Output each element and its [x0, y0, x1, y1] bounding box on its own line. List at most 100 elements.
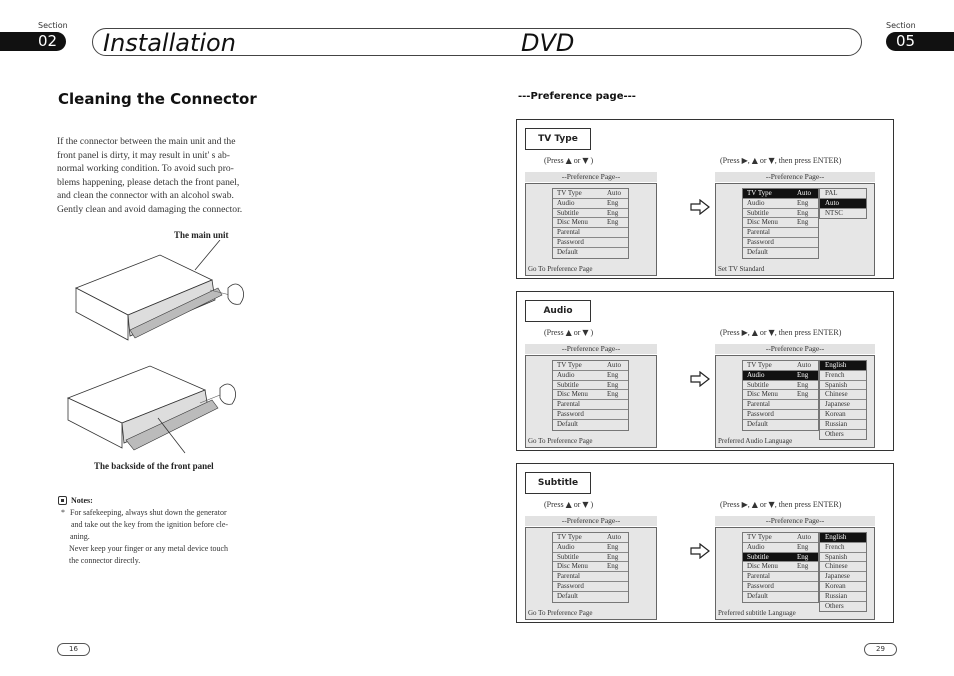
- hint-text: (Press: [720, 500, 740, 509]
- menu-item-parental[interactable]: Parental: [553, 228, 628, 238]
- osd-submenu: English French Spanish Chinese Japanese Korea…: [819, 532, 867, 613]
- menu-item-label: TV Type: [557, 189, 582, 197]
- menu-item-default[interactable]: Default: [743, 592, 818, 602]
- hint-right: (Press ▶, ▲ or ▼, then press ENTER): [720, 156, 841, 165]
- menu-item-value: Eng: [797, 198, 809, 207]
- menu-item-tv-type[interactable]: TV Type Auto: [553, 533, 628, 543]
- menu-item-password[interactable]: Password: [553, 238, 628, 248]
- menu-item-value: Eng: [607, 370, 619, 379]
- menu-item-label: Disc Menu: [747, 390, 778, 399]
- osd-screen-before: TV Type Auto Audio Eng Subtitle Eng Disc Menu E…: [525, 355, 657, 448]
- submenu-option[interactable]: PAL: [820, 189, 866, 199]
- menu-item-tv-type[interactable]: TV Type Auto: [553, 189, 628, 199]
- submenu-option[interactable]: Others: [820, 602, 866, 612]
- menu-item-subtitle[interactable]: Subtitle Eng: [743, 552, 818, 563]
- menu-item-tv-type[interactable]: TV Type Auto: [743, 361, 818, 371]
- menu-item-parental[interactable]: Parental: [743, 400, 818, 410]
- menu-item-subtitle[interactable]: Subtitle Eng: [553, 381, 628, 391]
- submenu-option[interactable]: English: [820, 361, 866, 371]
- submenu-option[interactable]: English: [820, 533, 866, 543]
- submenu-option[interactable]: NTSC: [820, 209, 866, 219]
- submenu-option[interactable]: French: [820, 543, 866, 553]
- menu-item-disc-menu[interactable]: Disc Menu Eng: [553, 562, 628, 573]
- menu-item-audio[interactable]: Audio Eng: [553, 371, 628, 381]
- menu-item-disc-menu[interactable]: Disc Menu Eng: [743, 218, 818, 229]
- hint-text: or: [759, 156, 767, 165]
- submenu-option[interactable]: Auto: [820, 198, 866, 209]
- menu-item-parental[interactable]: Parental: [743, 572, 818, 582]
- submenu-option[interactable]: Russian: [820, 592, 866, 602]
- section-tag: TV Type: [525, 128, 591, 150]
- submenu-option[interactable]: Chinese: [820, 390, 866, 401]
- up-arrow-icon: ▲: [565, 500, 572, 509]
- paragraph-line: front panel is dirty, it may result in u…: [57, 149, 230, 161]
- menu-item-parental[interactable]: Parental: [743, 228, 818, 238]
- submenu-option[interactable]: French: [820, 371, 866, 381]
- menu-item-label: Default: [747, 247, 768, 256]
- menu-item-default[interactable]: Default: [553, 248, 628, 258]
- submenu-option[interactable]: Korean: [820, 582, 866, 592]
- menu-item-parental[interactable]: Parental: [553, 572, 628, 582]
- menu-item-disc-menu[interactable]: Disc Menu Eng: [743, 562, 818, 573]
- menu-item-default[interactable]: Default: [553, 420, 628, 430]
- menu-item-default[interactable]: Default: [553, 592, 628, 602]
- submenu-option[interactable]: Others: [820, 430, 866, 440]
- menu-item-value: Eng: [607, 542, 619, 551]
- menu-item-disc-menu[interactable]: Disc Menu Eng: [553, 390, 628, 401]
- down-arrow-icon: ▼: [582, 500, 589, 509]
- osd-submenu: PAL Auto NTSC: [819, 188, 867, 220]
- menu-item-disc-menu[interactable]: Disc Menu Eng: [553, 218, 628, 229]
- menu-item-parental[interactable]: Parental: [553, 400, 628, 410]
- submenu-option[interactable]: Spanish: [820, 553, 866, 563]
- submenu-option[interactable]: Korean: [820, 410, 866, 420]
- osd-menu: TV Type Auto Audio Eng Subtitle Eng Disc Menu E…: [742, 188, 819, 259]
- osd-screen-after: TV Type Auto Audio Eng Subtitle Eng Disc Menu E…: [715, 527, 875, 620]
- menu-item-disc-menu[interactable]: Disc Menu Eng: [743, 390, 818, 401]
- note-line: and take out the key from the ignition b…: [71, 520, 229, 529]
- menu-item-label: Password: [747, 237, 774, 246]
- menu-item-password[interactable]: Password: [553, 582, 628, 592]
- menu-item-subtitle[interactable]: Subtitle Eng: [553, 209, 628, 219]
- osd-status: Preferred Audio Language: [718, 437, 793, 445]
- hint-text: ): [590, 328, 594, 337]
- up-arrow-icon: ▲: [565, 328, 572, 337]
- menu-item-label: Disc Menu: [747, 562, 778, 571]
- hint-text: ,: [747, 500, 750, 509]
- menu-item-password[interactable]: Password: [743, 238, 818, 248]
- submenu-option[interactable]: Chinese: [820, 562, 866, 573]
- menu-item-label: TV Type: [747, 361, 772, 369]
- osd-status: Go To Preference Page: [528, 265, 593, 273]
- note-icon: [58, 496, 67, 505]
- menu-item-audio[interactable]: Audio Eng: [743, 199, 818, 209]
- preference-heading: ---Preference page---: [518, 91, 636, 102]
- menu-item-tv-type[interactable]: TV Type Auto: [743, 533, 818, 543]
- menu-item-subtitle[interactable]: Subtitle Eng: [743, 209, 818, 219]
- menu-item-default[interactable]: Default: [743, 420, 818, 430]
- menu-item-tv-type[interactable]: TV Type Auto: [743, 189, 818, 199]
- menu-item-label: Password: [557, 237, 584, 246]
- submenu-option[interactable]: Russian: [820, 420, 866, 430]
- menu-item-tv-type[interactable]: TV Type Auto: [553, 361, 628, 371]
- submenu-option[interactable]: Japanese: [820, 572, 866, 582]
- menu-item-audio[interactable]: Audio Eng: [553, 543, 628, 553]
- next-step-arrow-icon: [689, 198, 711, 216]
- menu-item-audio[interactable]: Audio Eng: [743, 543, 818, 553]
- section-subtitle: Subtitle (Press ▲ or ▼ ) (Press ▶, ▲ or ▼,…: [516, 463, 894, 623]
- submenu-option[interactable]: Spanish: [820, 381, 866, 391]
- menu-item-audio[interactable]: Audio Eng: [553, 199, 628, 209]
- menu-item-value: Eng: [607, 218, 619, 227]
- menu-item-label: Default: [557, 419, 578, 428]
- hint-text: , then press ENTER): [774, 328, 842, 337]
- menu-item-label: Parental: [557, 400, 580, 409]
- menu-item-password[interactable]: Password: [743, 410, 818, 420]
- menu-item-label: Disc Menu: [557, 562, 588, 571]
- osd-screen-before: TV Type Auto Audio Eng Subtitle Eng Disc Menu E…: [525, 183, 657, 276]
- menu-item-default[interactable]: Default: [743, 248, 818, 258]
- menu-item-subtitle[interactable]: Subtitle Eng: [743, 381, 818, 391]
- menu-item-subtitle[interactable]: Subtitle Eng: [553, 553, 628, 563]
- menu-item-password[interactable]: Password: [553, 410, 628, 420]
- paragraph-line: Gently clean and avoid damaging the conn…: [57, 203, 243, 215]
- menu-item-audio[interactable]: Audio Eng: [743, 370, 818, 381]
- menu-item-password[interactable]: Password: [743, 582, 818, 592]
- submenu-option[interactable]: Japanese: [820, 400, 866, 410]
